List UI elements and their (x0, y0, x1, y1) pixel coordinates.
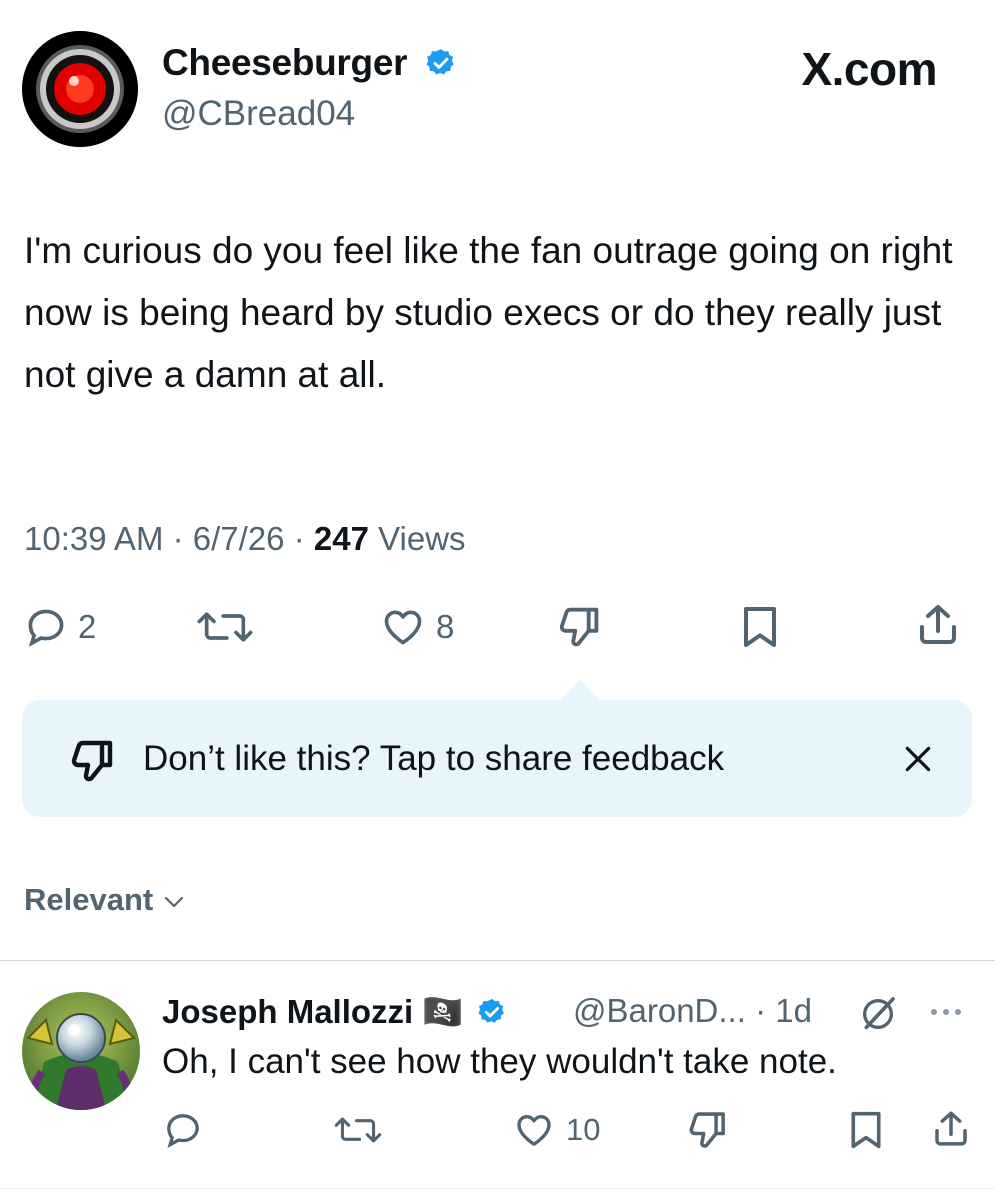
feedback-pointer (558, 680, 602, 702)
bottom-divider (0, 1188, 995, 1189)
reply-like-button[interactable]: 10 (512, 1110, 600, 1150)
thumbs-down-icon (689, 1112, 725, 1148)
reply-share-button[interactable] (930, 1106, 972, 1152)
bookmark-button[interactable] (738, 603, 782, 651)
heart-icon (384, 610, 422, 645)
reply-time[interactable]: · 1d (755, 992, 812, 1029)
reply-icon (28, 609, 64, 647)
share-icon (935, 1111, 967, 1146)
close-icon[interactable] (902, 743, 934, 775)
grok-icon[interactable] (858, 994, 898, 1034)
share-button[interactable] (914, 600, 962, 650)
reply-display-name[interactable]: Joseph Mallozzi (162, 993, 413, 1030)
dislike-button[interactable] (556, 603, 606, 651)
reply-retweet-button[interactable] (330, 1110, 386, 1150)
tweet-time[interactable]: 10:39 AM (24, 520, 163, 557)
sort-label: Relevant (24, 882, 154, 917)
author-handle[interactable]: @CBread04 (162, 94, 355, 134)
reply-bookmark-button[interactable] (846, 1108, 886, 1152)
reply-handle-time: @BaronD... · 1d (573, 992, 812, 1030)
verified-badge-icon (478, 998, 504, 1023)
reply-like-count: 10 (566, 1112, 601, 1147)
reply-count: 2 (78, 608, 97, 645)
views-count: 247 (313, 520, 369, 557)
reply-avatar[interactable] (22, 992, 140, 1110)
author-display-name[interactable]: Cheeseburger (162, 42, 408, 83)
section-divider (0, 960, 995, 961)
pirate-flag-icon: 🏴‍☠️ (422, 992, 464, 1031)
heart-icon (517, 1115, 551, 1146)
author-name[interactable]: Cheeseburger (162, 42, 457, 84)
tweet-meta: 10:39 AM · 6/7/26 · 247 Views (24, 520, 466, 558)
bookmark-icon (851, 1111, 881, 1149)
reply-handle[interactable]: @BaronD... (573, 992, 746, 1029)
tweet-text: I'm curious do you feel like the fan out… (24, 230, 953, 395)
author-avatar[interactable] (22, 31, 138, 147)
meta-separator: · (172, 520, 184, 557)
reply-reply-button[interactable] (162, 1110, 204, 1150)
chevron-down-icon (164, 896, 183, 908)
more-options-icon[interactable] (926, 1004, 966, 1020)
mysterio-avatar-icon (22, 992, 140, 1110)
red-eye-avatar-icon (22, 31, 138, 147)
reply-button[interactable]: 2 (24, 605, 96, 649)
reply-icon (167, 1114, 199, 1149)
sort-dropdown[interactable]: Relevant (24, 882, 186, 918)
verified-badge-icon (426, 49, 454, 75)
reply-dislike-button[interactable] (686, 1108, 732, 1152)
meta-separator: · (293, 520, 305, 557)
reply-author[interactable]: Joseph Mallozzi 🏴‍☠️ (162, 992, 507, 1032)
like-count: 8 (436, 608, 455, 645)
like-button[interactable]: 8 (380, 605, 454, 649)
retweet-button[interactable] (192, 605, 258, 649)
views-label: Views (378, 520, 466, 557)
reply-text: Oh, I can't see how they wouldn't take n… (162, 1042, 837, 1081)
thumbs-down-icon (71, 740, 113, 782)
retweet-icon (334, 1117, 382, 1143)
tweet-date[interactable]: 6/7/26 (193, 520, 285, 557)
share-icon (920, 605, 956, 644)
feedback-text[interactable]: Don’t like this? Tap to share feedback (143, 739, 724, 779)
bookmark-icon (744, 607, 776, 647)
thumbs-down-icon (559, 607, 599, 647)
brand-watermark: X.com (801, 43, 937, 95)
retweet-icon (197, 612, 253, 642)
